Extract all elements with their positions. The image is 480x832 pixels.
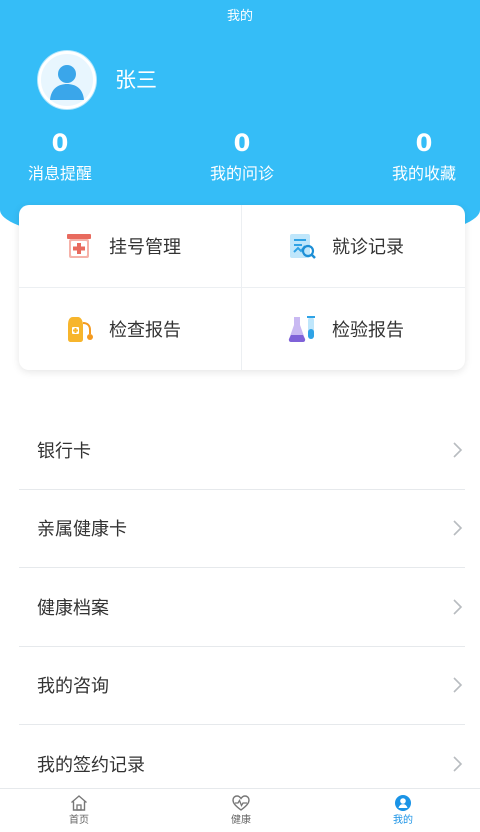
- tab-health[interactable]: 健康: [211, 793, 271, 828]
- menu-item-label: 健康档案: [37, 597, 109, 619]
- quick-action-registration[interactable]: 挂号管理: [19, 205, 241, 287]
- stat-messages[interactable]: 0 消息提醒: [0, 128, 120, 185]
- menu-item-bank-card[interactable]: 银行卡: [19, 411, 465, 490]
- menu-item-label: 银行卡: [37, 440, 91, 462]
- chevron-right-icon: [453, 756, 463, 772]
- quick-action-label: 检查报告: [109, 320, 181, 341]
- quick-action-visit-record[interactable]: 就诊记录: [242, 205, 464, 287]
- menu-item-label: 我的咨询: [37, 676, 109, 698]
- menu-item-label: 我的签约记录: [37, 754, 145, 776]
- chevron-right-icon: [453, 442, 463, 458]
- stat-label: 我的收藏: [391, 164, 456, 183]
- stat-value: 0: [51, 129, 69, 157]
- quick-action-label: 就诊记录: [332, 237, 404, 258]
- stat-value: 0: [233, 129, 251, 157]
- page-title: 我的: [226, 9, 253, 24]
- bottom-tab-bar: 首页 健康 我的: [0, 788, 480, 832]
- chevron-right-icon: [453, 520, 463, 536]
- menu-item-health-records[interactable]: 健康档案: [19, 568, 465, 647]
- quick-action-lab-report[interactable]: 检验报告: [242, 288, 464, 370]
- stat-label: 我的问诊: [209, 164, 274, 183]
- menu-item-my-consultations[interactable]: 我的咨询: [19, 647, 465, 725]
- avatar[interactable]: [38, 51, 96, 109]
- tab-profile[interactable]: 我的: [373, 793, 433, 828]
- stat-consultations[interactable]: 0 我的问诊: [182, 128, 302, 185]
- settings-menu: 银行卡 亲属健康卡 健康档案 我的咨询 我的签约记录: [19, 411, 465, 804]
- tab-label: 我的: [393, 815, 413, 826]
- chevron-right-icon: [453, 677, 463, 693]
- stat-favorites[interactable]: 0 我的收藏: [364, 128, 480, 185]
- stat-label: 消息提醒: [27, 164, 92, 183]
- profile-icon: [395, 795, 411, 811]
- stat-value: 0: [415, 129, 433, 157]
- tab-label: 健康: [231, 815, 251, 826]
- user-silhouette-icon: [50, 65, 84, 100]
- lab-report-icon: [288, 316, 315, 342]
- quick-actions-card: 挂号管理 就诊记录 检查报告 检验报告: [19, 205, 465, 370]
- chevron-right-icon: [453, 599, 463, 615]
- health-icon: [232, 795, 250, 811]
- registration-icon: [67, 234, 91, 258]
- menu-item-family-health-card[interactable]: 亲属健康卡: [19, 490, 465, 568]
- username: 张三: [115, 68, 157, 92]
- tab-label: 首页: [69, 815, 89, 826]
- quick-action-label: 挂号管理: [109, 237, 181, 258]
- quick-action-exam-report[interactable]: 检查报告: [19, 288, 241, 370]
- visit-record-icon: [290, 234, 316, 259]
- tab-home[interactable]: 首页: [49, 793, 109, 828]
- quick-action-label: 检验报告: [332, 320, 404, 341]
- menu-item-label: 亲属健康卡: [37, 519, 127, 541]
- home-icon: [71, 795, 87, 811]
- exam-report-icon: [68, 317, 93, 342]
